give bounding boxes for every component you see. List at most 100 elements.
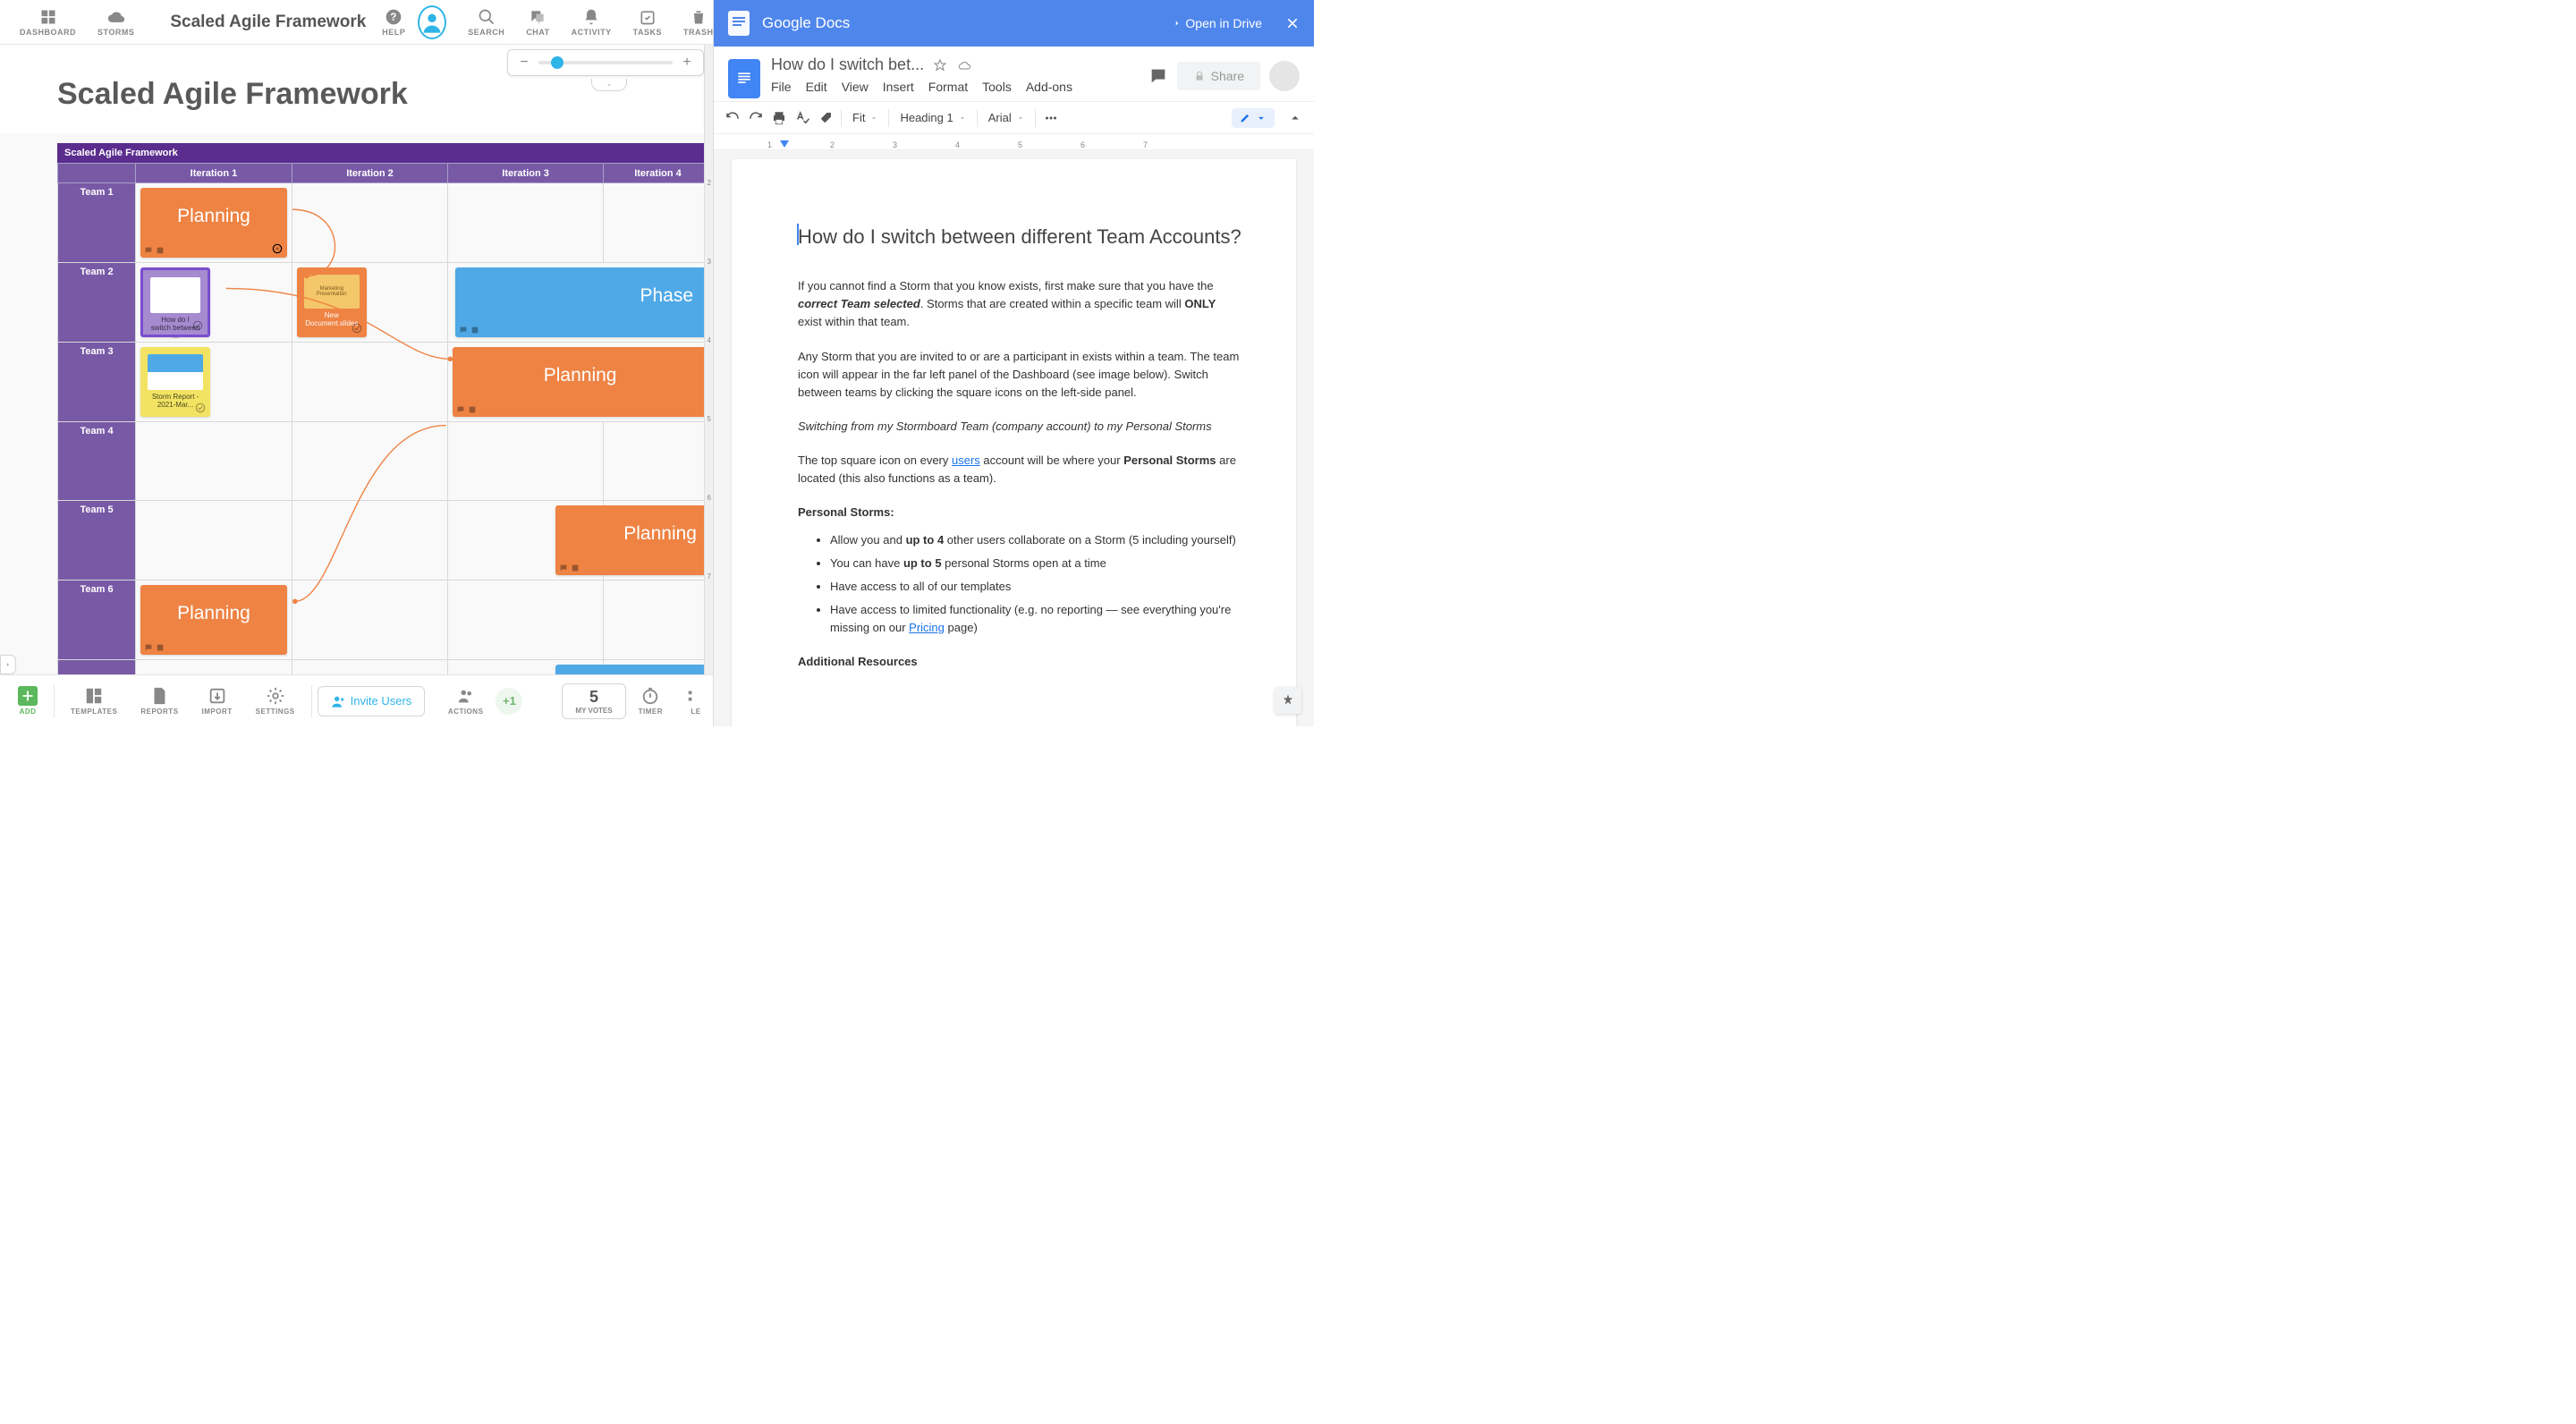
- add-button[interactable]: ADD: [7, 686, 48, 716]
- menu-format[interactable]: Format: [928, 80, 968, 94]
- menu-file[interactable]: File: [771, 80, 792, 94]
- nav-storms[interactable]: STORMS: [89, 8, 143, 37]
- task-icon[interactable]: [156, 246, 165, 255]
- planning-card[interactable]: Planning: [453, 347, 708, 417]
- print-icon[interactable]: [771, 110, 787, 126]
- comment-icon[interactable]: [459, 326, 468, 335]
- phase-card[interactable]: Phase: [455, 267, 708, 337]
- paint-format-icon[interactable]: [818, 110, 834, 126]
- spellcheck-icon[interactable]: [794, 110, 810, 126]
- menu-edit[interactable]: Edit: [806, 80, 827, 94]
- list-item[interactable]: Have access to limited functionality (e.…: [830, 601, 1242, 637]
- doc-card[interactable]: How do I switch between ...: [140, 267, 210, 337]
- task-icon[interactable]: [470, 326, 479, 335]
- comment-icon[interactable]: [144, 643, 153, 652]
- list-item[interactable]: Allow you and up to 4 other users collab…: [830, 531, 1242, 549]
- task-icon[interactable]: [156, 643, 165, 652]
- menu-insert[interactable]: Insert: [883, 80, 914, 94]
- menu-view[interactable]: View: [842, 80, 869, 94]
- my-votes[interactable]: 5 MY VOTES: [562, 683, 625, 719]
- paragraph[interactable]: Any Storm that you are invited to or are…: [798, 348, 1242, 402]
- legend-label: LE: [691, 708, 700, 716]
- plus-one-badge[interactable]: +1: [496, 688, 522, 715]
- slides-card[interactable]: Marketing Presentation New Document.slid…: [297, 267, 367, 337]
- timer-button[interactable]: TIMER: [628, 686, 674, 716]
- redo-icon[interactable]: [748, 110, 764, 126]
- expand-handle[interactable]: [0, 655, 16, 674]
- nav-activity[interactable]: ACTIVITY: [563, 8, 621, 37]
- font-select[interactable]: Arial: [985, 111, 1028, 124]
- actions-button[interactable]: ACTIONS: [437, 686, 495, 716]
- invite-users-button[interactable]: Invite Users: [318, 686, 426, 716]
- import-button[interactable]: IMPORT: [191, 686, 243, 716]
- votes-label: MY VOTES: [575, 707, 612, 715]
- zoom-select[interactable]: Fit: [849, 111, 881, 124]
- bullet-list[interactable]: Allow you and up to 4 other users collab…: [798, 531, 1242, 638]
- templates-button[interactable]: TEMPLATES: [60, 686, 128, 716]
- nav-tasks[interactable]: TASKS: [624, 8, 671, 37]
- comment-icon[interactable]: [144, 246, 153, 255]
- planning-card[interactable]: Planning: [555, 505, 708, 575]
- style-select[interactable]: Heading 1: [896, 111, 969, 124]
- share-button[interactable]: Share: [1177, 62, 1260, 90]
- legend-button[interactable]: LE: [675, 686, 706, 716]
- paragraph[interactable]: The top square icon on every users accou…: [798, 452, 1242, 487]
- document-icon[interactable]: [728, 59, 760, 98]
- list-item[interactable]: Have access to all of our templates: [830, 578, 1242, 596]
- explore-button[interactable]: [1275, 687, 1301, 714]
- canvas[interactable]: Scaled Agile Framework Scaled Agile Fram…: [0, 45, 713, 674]
- menu-tools[interactable]: Tools: [982, 80, 1012, 94]
- link[interactable]: Pricing: [909, 621, 945, 634]
- menu-addons[interactable]: Add-ons: [1026, 80, 1072, 94]
- ruler[interactable]: 1 2 3 4 5 6 7: [714, 134, 1314, 150]
- partial-card[interactable]: [555, 665, 708, 674]
- task-icon[interactable]: [468, 405, 477, 414]
- document-page[interactable]: How do I switch between different Team A…: [732, 159, 1296, 726]
- trash-icon: [690, 8, 708, 26]
- paragraph[interactable]: Switching from my Stormboard Team (compa…: [798, 418, 1242, 436]
- indent-marker[interactable]: [780, 140, 789, 149]
- list-item[interactable]: You can have up to 5 personal Storms ope…: [830, 555, 1242, 572]
- collapse-icon[interactable]: [1287, 110, 1303, 126]
- zoom-expand-handle[interactable]: [591, 79, 627, 91]
- open-in-drive-button[interactable]: Open in Drive: [1173, 16, 1262, 30]
- heading-2[interactable]: Additional Resources: [798, 653, 1242, 671]
- swatches-icon: [686, 686, 706, 706]
- nav-search[interactable]: SEARCH: [459, 8, 513, 37]
- heading-2[interactable]: Personal Storms:: [798, 504, 1242, 521]
- task-icon[interactable]: [571, 564, 580, 572]
- grid-area: Scaled Agile Framework Iteration 1 Itera…: [57, 143, 713, 674]
- zoom-in-button[interactable]: +: [680, 55, 694, 70]
- comment-icon[interactable]: [559, 564, 568, 572]
- link[interactable]: users: [952, 453, 980, 467]
- user-avatar[interactable]: [1269, 61, 1300, 91]
- more-icon[interactable]: [1043, 110, 1059, 126]
- nav-trash[interactable]: TRASH: [674, 8, 723, 37]
- zoom-thumb[interactable]: [551, 56, 564, 69]
- undo-icon[interactable]: [724, 110, 741, 126]
- comments-icon[interactable]: [1148, 66, 1168, 86]
- sheet-card[interactable]: Storm Report - 2021-Mar...: [140, 347, 210, 417]
- paragraph[interactable]: If you cannot find a Storm that you know…: [798, 277, 1242, 331]
- close-icon[interactable]: [1285, 16, 1300, 30]
- planning-card[interactable]: Planning: [140, 188, 287, 258]
- settings-button[interactable]: SETTINGS: [245, 686, 306, 716]
- page-area[interactable]: How do I switch between different Team A…: [714, 150, 1314, 726]
- comment-icon[interactable]: [456, 405, 465, 414]
- reports-button[interactable]: REPORTS: [130, 686, 189, 716]
- slides-thumbnail: Marketing Presentation: [304, 275, 360, 309]
- nav-help[interactable]: ? HELP: [373, 8, 414, 37]
- star-icon[interactable]: [933, 58, 947, 72]
- heading-1[interactable]: How do I switch between different Team A…: [798, 222, 1242, 252]
- nav-chat[interactable]: CHAT: [517, 8, 558, 37]
- cloud-check-icon[interactable]: [956, 58, 974, 72]
- nav-dashboard[interactable]: DASHBOARD: [11, 8, 85, 37]
- editing-mode-button[interactable]: [1232, 108, 1275, 128]
- user-avatar[interactable]: [418, 5, 446, 39]
- storm-title[interactable]: Scaled Agile Framework: [170, 13, 366, 32]
- zoom-slider[interactable]: [538, 61, 673, 64]
- zoom-out-button[interactable]: −: [517, 55, 531, 70]
- card-actions: [459, 326, 479, 335]
- planning-card[interactable]: Planning: [140, 585, 287, 655]
- document-title[interactable]: How do I switch bet...: [771, 55, 924, 74]
